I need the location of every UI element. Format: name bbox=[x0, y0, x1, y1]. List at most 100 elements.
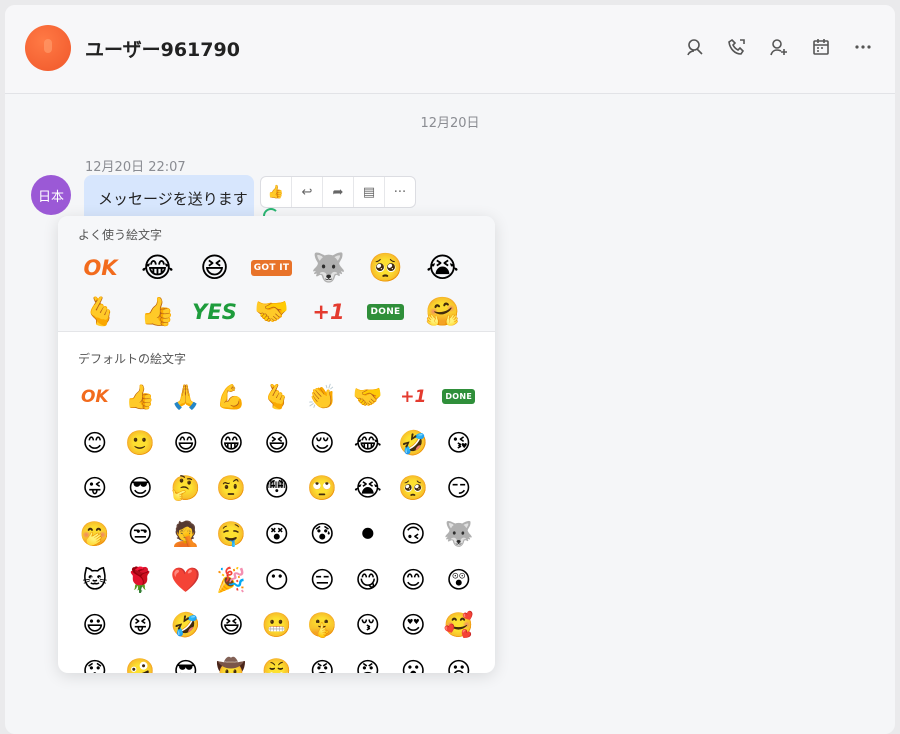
emoji-glyph: 🤪 bbox=[125, 656, 156, 673]
default-emoji[interactable]: 🤭 bbox=[72, 511, 118, 557]
phone-icon[interactable] bbox=[725, 35, 749, 59]
message-bubble[interactable]: メッセージを送ります bbox=[84, 175, 254, 219]
frequent-emoji[interactable]: 😂 bbox=[129, 246, 186, 290]
default-emoji[interactable]: 🤠 bbox=[209, 648, 255, 673]
default-emoji[interactable]: 😘 bbox=[436, 420, 482, 466]
default-emoji[interactable]: 😃 bbox=[72, 602, 118, 648]
default-emoji[interactable]: 😆 bbox=[254, 420, 300, 466]
frequent-emoji[interactable]: 🫰 bbox=[72, 290, 129, 334]
default-emoji[interactable]: 😎 bbox=[118, 465, 164, 511]
default-emoji[interactable]: +1 bbox=[391, 374, 437, 420]
default-emoji[interactable]: 😮 bbox=[391, 648, 437, 673]
default-emoji[interactable]: 😵 bbox=[254, 511, 300, 557]
default-emoji[interactable]: 😲 bbox=[436, 557, 482, 603]
frequent-emoji[interactable]: OK bbox=[72, 246, 129, 290]
frequent-emoji[interactable]: 🤝 bbox=[243, 290, 300, 334]
default-emoji[interactable]: 😦 bbox=[436, 648, 482, 673]
default-emoji[interactable]: 👍 bbox=[118, 374, 164, 420]
emoji-glyph: 😮 bbox=[400, 656, 426, 673]
default-emoji[interactable]: ⚫ bbox=[345, 511, 391, 557]
default-emoji[interactable]: 😜 bbox=[72, 465, 118, 511]
emoji-text-label: +1 bbox=[400, 386, 427, 407]
frequent-emoji[interactable]: 🥺 bbox=[357, 246, 414, 290]
frequent-emoji[interactable]: GOT IT bbox=[243, 246, 300, 290]
frequent-emoji[interactable]: +1 bbox=[300, 290, 357, 334]
default-emoji[interactable]: 😳 bbox=[254, 465, 300, 511]
default-emoji[interactable]: 🙂 bbox=[118, 420, 164, 466]
frequent-emoji[interactable]: 😭 bbox=[414, 246, 471, 290]
calendar-icon[interactable] bbox=[809, 35, 833, 59]
default-emoji[interactable]: 😑 bbox=[300, 557, 346, 603]
frequent-emoji[interactable]: 🐺 bbox=[300, 246, 357, 290]
emoji-glyph: 🤣 bbox=[398, 428, 429, 457]
default-emoji[interactable]: 🤨 bbox=[209, 465, 255, 511]
add-user-icon[interactable] bbox=[767, 35, 791, 59]
emoji-glyph: 🐺 bbox=[443, 519, 474, 548]
default-emoji[interactable]: 😶 bbox=[254, 557, 300, 603]
default-emoji[interactable]: 😭 bbox=[345, 465, 391, 511]
default-emoji[interactable]: 👏 bbox=[300, 374, 346, 420]
frequent-emoji[interactable]: YES bbox=[186, 290, 243, 334]
default-emoji[interactable]: 😰 bbox=[300, 511, 346, 557]
default-emoji[interactable]: 😠 bbox=[300, 648, 346, 673]
frequent-emoji[interactable]: DONE bbox=[357, 290, 414, 334]
default-emoji[interactable]: 🐺 bbox=[436, 511, 482, 557]
default-emoji[interactable]: 🙏 bbox=[163, 374, 209, 420]
search-user-icon[interactable] bbox=[683, 35, 707, 59]
default-emoji[interactable]: 😌 bbox=[300, 420, 346, 466]
default-emoji[interactable]: 😊 bbox=[391, 557, 437, 603]
default-emoji[interactable]: 😬 bbox=[254, 602, 300, 648]
default-emoji[interactable]: 😄 bbox=[163, 420, 209, 466]
more-button[interactable]: ··· bbox=[385, 177, 415, 207]
default-emoji[interactable]: 🌹 bbox=[118, 557, 164, 603]
emoji-glyph: 😆 bbox=[218, 611, 244, 640]
default-emoji[interactable]: 😎 bbox=[163, 648, 209, 673]
quote-button[interactable]: ▤ bbox=[354, 177, 385, 207]
default-emoji[interactable]: 🤪 bbox=[118, 648, 164, 673]
default-emoji[interactable]: 😯 bbox=[72, 648, 118, 673]
default-emoji[interactable]: 🙄 bbox=[300, 465, 346, 511]
default-emoji[interactable]: 😡 bbox=[345, 648, 391, 673]
contact-avatar[interactable] bbox=[25, 25, 71, 71]
more-icon[interactable] bbox=[851, 35, 875, 59]
default-emoji[interactable]: 😋 bbox=[345, 557, 391, 603]
default-emoji[interactable]: 🥺 bbox=[391, 465, 437, 511]
default-emoji[interactable]: 🐱 bbox=[72, 557, 118, 603]
reply-button[interactable]: ↩ bbox=[292, 177, 323, 207]
default-emoji[interactable]: 😆 bbox=[209, 602, 255, 648]
default-emoji[interactable]: 🎉 bbox=[209, 557, 255, 603]
default-emoji[interactable]: 😊 bbox=[72, 420, 118, 466]
default-emoji[interactable]: 🤣 bbox=[391, 420, 437, 466]
frequent-emoji[interactable]: 😆 bbox=[186, 246, 243, 290]
default-emoji[interactable]: 🤤 bbox=[209, 511, 255, 557]
default-emoji[interactable]: 😚 bbox=[345, 602, 391, 648]
default-emoji[interactable]: OK bbox=[72, 374, 118, 420]
default-emoji[interactable]: 🤝 bbox=[345, 374, 391, 420]
default-emoji[interactable]: 🤔 bbox=[163, 465, 209, 511]
default-emoji[interactable]: 😍 bbox=[391, 602, 437, 648]
default-emoji[interactable]: 🤣 bbox=[163, 602, 209, 648]
forward-button[interactable]: ➦ bbox=[323, 177, 354, 207]
default-emoji[interactable]: ❤️ bbox=[163, 557, 209, 603]
sender-avatar[interactable]: 日本 bbox=[31, 175, 71, 215]
emoji-glyph: 🤫 bbox=[307, 611, 338, 640]
default-emoji[interactable]: 🥰 bbox=[436, 602, 482, 648]
emoji-glyph: 🙏 bbox=[170, 382, 201, 411]
default-emoji[interactable]: 🤦 bbox=[163, 511, 209, 557]
frequent-emoji[interactable]: 🤗 bbox=[414, 290, 471, 334]
default-emoji[interactable]: 😒 bbox=[118, 511, 164, 557]
default-emoji[interactable]: 😁 bbox=[209, 420, 255, 466]
emoji-glyph: 😒 bbox=[127, 519, 153, 548]
default-emoji[interactable]: 🫰 bbox=[254, 374, 300, 420]
default-emoji[interactable]: 😝 bbox=[118, 602, 164, 648]
frequent-emoji[interactable]: 👍 bbox=[129, 290, 186, 334]
default-emoji[interactable]: 😤 bbox=[254, 648, 300, 673]
default-emoji[interactable]: 😂 bbox=[345, 420, 391, 466]
default-emoji[interactable]: 💪 bbox=[209, 374, 255, 420]
like-button[interactable]: 👍 bbox=[261, 177, 292, 207]
default-emoji[interactable]: DONE bbox=[436, 374, 482, 420]
default-emoji[interactable]: 🙃 bbox=[391, 511, 437, 557]
default-emoji[interactable]: 🤫 bbox=[300, 602, 346, 648]
default-emoji[interactable]: 😏 bbox=[436, 465, 482, 511]
emoji-glyph: 🤗 bbox=[425, 295, 460, 328]
